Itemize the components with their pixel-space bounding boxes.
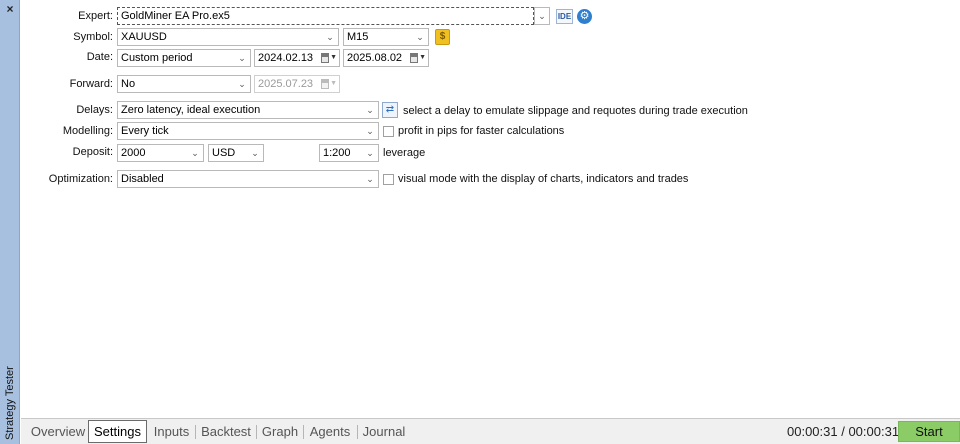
delay-settings-icon[interactable]: ⇄ [382,102,398,118]
date-period-value: Custom period [121,52,193,64]
chevron-down-icon: ⌄ [191,148,199,158]
modelling-select[interactable]: Every tick ⌄ [117,122,379,140]
tab-divider [256,425,257,439]
delays-value: Zero latency, ideal execution [121,104,261,116]
symbol-value: XAUUSD [121,31,167,43]
chevron-down-icon: ⌄ [366,126,374,136]
forward-value: No [121,78,136,90]
tab-agents[interactable]: Agents [305,421,355,443]
modelling-value: Every tick [121,125,169,137]
date-to-picker[interactable]: 2025.08.02 ▼ [343,49,429,67]
tab-journal[interactable]: Journal [359,421,409,443]
date-label: Date: [86,51,113,63]
chevron-down-icon: ⌄ [366,148,374,158]
tab-backtest[interactable]: Backtest [197,421,255,443]
expert-select[interactable]: GoldMiner EA Pro.ex5 [117,7,534,25]
expert-label: Expert: [78,10,113,22]
strategy-tester-strip: × Strategy Tester [0,0,20,444]
gear-icon[interactable]: ⚙ [577,9,592,24]
timeframe-select[interactable]: M15 ⌄ [343,28,429,46]
tab-graph[interactable]: Graph [258,421,302,443]
tab-settings[interactable]: Settings [88,420,147,443]
close-icon[interactable]: × [0,0,20,18]
expert-value: GoldMiner EA Pro.ex5 [121,10,230,22]
ide-button[interactable]: IDE [556,9,573,24]
date-from-value: 2024.02.13 [258,52,314,64]
start-button[interactable]: Start [898,421,960,442]
forward-date-value: 2025.07.23 [258,78,314,90]
chevron-down-icon: ⌄ [238,79,246,89]
visual-mode-checkbox[interactable] [383,174,394,185]
date-to-value: 2025.08.02 [347,52,403,64]
symbol-label: Symbol: [73,31,113,43]
chevron-down-icon: ⌄ [538,11,546,21]
date-period-select[interactable]: Custom period ⌄ [117,49,251,67]
deposit-amount-value: 2000 [121,147,146,159]
delays-select[interactable]: Zero latency, ideal execution ⌄ [117,101,379,119]
visual-mode-label: visual mode with the display of charts, … [398,173,689,185]
tab-bar: Overview Settings Inputs Backtest Graph … [21,418,960,444]
currency-value: USD [212,147,236,159]
delays-label: Delays: [76,104,113,116]
optimization-label: Optimization: [48,173,113,185]
tab-divider [357,425,358,439]
panel-title: Strategy Tester [4,366,16,440]
dollar-icon[interactable]: $ [435,29,450,45]
tab-overview[interactable]: Overview [28,421,88,443]
settings-form: Expert: GoldMiner EA Pro.ex5 ⌄ IDE ⚙ Sym… [21,0,960,418]
calendar-icon: ▼ [321,52,337,64]
profit-in-pips-label: profit in pips for faster calculations [398,125,565,137]
forward-label: Forward: [69,78,113,90]
calendar-icon: ▼ [321,78,337,90]
leverage-select[interactable]: 1:200 ⌄ [319,144,379,162]
chevron-down-icon: ⌄ [326,32,334,42]
timeframe-value: M15 [347,31,369,43]
deposit-amount-select[interactable]: 2000 ⌄ [117,144,204,162]
chevron-down-icon: ⌄ [366,174,374,184]
leverage-label: leverage [383,147,426,159]
forward-select[interactable]: No ⌄ [117,75,251,93]
chevron-down-icon: ⌄ [238,53,246,63]
symbol-select[interactable]: XAUUSD ⌄ [117,28,339,46]
calendar-icon: ▼ [410,52,426,64]
tab-divider [195,425,196,439]
modelling-label: Modelling: [62,125,113,137]
tab-inputs[interactable]: Inputs [149,421,194,443]
chevron-down-icon: ⌄ [366,105,374,115]
optimization-select[interactable]: Disabled ⌄ [117,170,379,188]
chevron-down-icon: ⌄ [416,32,424,42]
forward-date-picker[interactable]: 2025.07.23 ▼ [254,75,340,93]
deposit-label: Deposit: [72,146,113,158]
tab-divider [303,425,304,439]
leverage-value: 1:200 [323,147,351,159]
currency-select[interactable]: USD ⌄ [208,144,264,162]
elapsed-timer: 00:00:31 / 00:00:31 [787,424,900,439]
date-from-picker[interactable]: 2024.02.13 ▼ [254,49,340,67]
expert-dropdown-button[interactable]: ⌄ [534,7,550,25]
chevron-down-icon: ⌄ [251,148,259,158]
profit-in-pips-checkbox[interactable] [383,126,394,137]
delays-hint: select a delay to emulate slippage and r… [403,105,748,117]
optimization-value: Disabled [121,173,164,185]
